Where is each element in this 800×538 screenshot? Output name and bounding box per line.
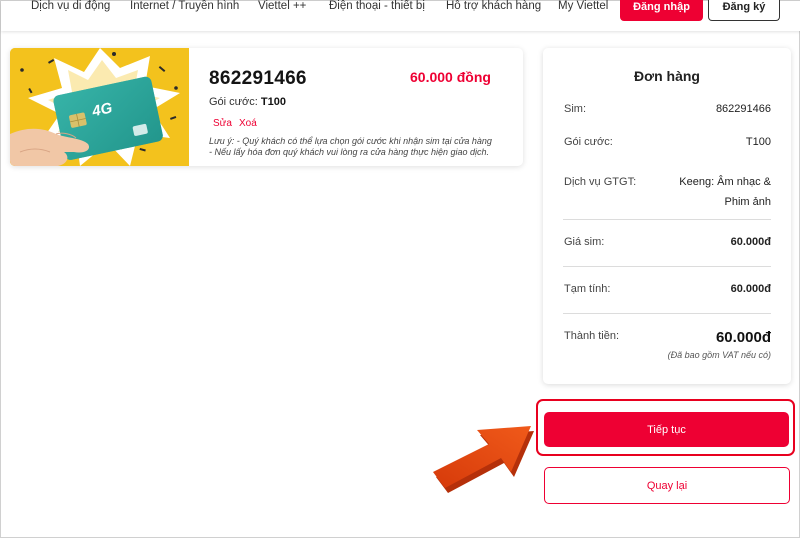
note-text: Lưu ý: - Quý khách có thể lựa chọn gói c…: [209, 136, 509, 158]
order-total-label: Thành tiền:: [564, 330, 620, 342]
nav-item-customer-support[interactable]: Hỗ trợ khách hàng: [446, 0, 541, 12]
order-plan-value: T100: [745, 136, 771, 148]
order-sim-label: Sim:: [564, 103, 586, 115]
plan-label: Gói cước:: [209, 96, 258, 108]
divider: [563, 313, 771, 314]
login-button[interactable]: Đăng nhập: [620, 0, 703, 21]
plan-value: T100: [260, 96, 286, 108]
order-vas-value-line-1: Keeng: Âm nhạc &: [679, 176, 771, 188]
nav-item-internet-tv[interactable]: Internet / Truyền hình: [130, 0, 239, 12]
sim-card-image: 4G: [10, 48, 189, 166]
product-card: 4G 862291466 60.000 đồng Gói cước: T100 …: [10, 48, 523, 166]
note-line-2: - Nếu lấy hóa đơn quý khách vui lòng ra …: [209, 147, 490, 157]
pointer-arrow-icon: [433, 426, 534, 493]
edit-link[interactable]: Sửa: [213, 118, 232, 129]
order-plan-label: Gói cước:: [564, 136, 613, 148]
back-button[interactable]: Quay lại: [544, 467, 790, 504]
nav-item-viettel-plus[interactable]: Viettel ++: [258, 0, 306, 12]
order-sim-value: 862291466: [715, 103, 771, 115]
top-nav: Dịch vụ di động Internet / Truyền hình V…: [1, 0, 800, 31]
nav-item-my-viettel[interactable]: My Viettel: [558, 0, 608, 12]
order-sim-price-label: Giá sim:: [564, 236, 605, 248]
order-vas-value-line-2: Phim ảnh: [724, 196, 771, 208]
sim-price: 60.000 đồng: [410, 69, 491, 85]
register-button[interactable]: Đăng ký: [708, 0, 780, 21]
divider: [563, 266, 771, 267]
sim-number: 862291466: [209, 68, 307, 89]
order-sim-price-value: 60.000đ: [730, 236, 771, 248]
order-subtotal-label: Tạm tính:: [564, 283, 611, 295]
note-line-1: Lưu ý: - Quý khách có thể lựa chọn gói c…: [209, 136, 492, 146]
delete-link[interactable]: Xoá: [239, 118, 257, 129]
plan-line: Gói cước: T100: [209, 96, 286, 108]
continue-button[interactable]: Tiếp tục: [544, 412, 789, 447]
nav-item-phones-devices[interactable]: Điện thoại - thiết bị: [329, 0, 425, 12]
nav-item-mobile-services[interactable]: Dịch vụ di động: [31, 0, 110, 12]
divider: [563, 219, 771, 220]
order-title: Đơn hàng: [634, 68, 700, 84]
order-summary: Đơn hàng Sim: 862291466 Gói cước: T100 D…: [543, 48, 791, 384]
order-total-value: 60.000đ: [715, 329, 771, 346]
vat-note: (Đã bao gồm VAT nếu có): [667, 350, 771, 360]
order-vas-label: Dịch vụ GTGT:: [564, 176, 637, 188]
order-subtotal-value: 60.000đ: [730, 283, 771, 295]
sim-card-illustration: 4G: [10, 48, 189, 166]
